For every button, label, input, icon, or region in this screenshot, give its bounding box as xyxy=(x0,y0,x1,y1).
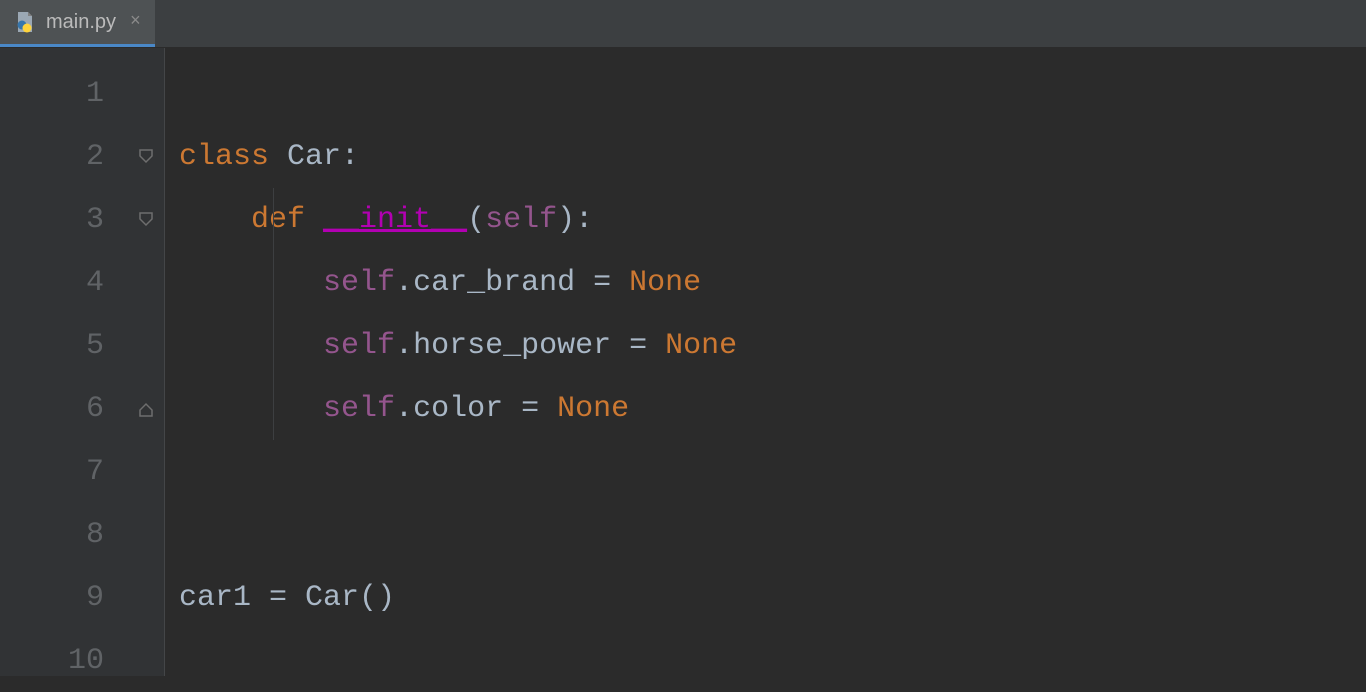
code-line[interactable]: self.horse_power = None xyxy=(165,314,1366,377)
keyword-none: None xyxy=(665,329,737,363)
tab-filename: main.py xyxy=(46,11,116,34)
keyword-self: self xyxy=(323,266,395,300)
punct-paren: ( xyxy=(359,581,377,615)
gutter-line-number: 10 xyxy=(0,629,164,692)
fold-marker-icon[interactable] xyxy=(136,210,156,230)
keyword-none: None xyxy=(629,266,701,300)
gutter-line-number: 4 xyxy=(0,251,164,314)
keyword-self: self xyxy=(323,329,395,363)
tab-bar: main.py × xyxy=(0,0,1366,48)
code-line[interactable]: car1 = Car() xyxy=(165,566,1366,629)
keyword-class: class xyxy=(179,140,287,174)
code-line[interactable] xyxy=(165,440,1366,503)
keyword-none: None xyxy=(557,392,629,426)
punct-paren: ) xyxy=(557,203,575,237)
punct-colon: : xyxy=(341,140,359,174)
gutter-line-number: 9 xyxy=(0,566,164,629)
code-line[interactable]: class Car: xyxy=(165,125,1366,188)
class-name: Car xyxy=(287,140,341,174)
attribute: horse_power xyxy=(413,329,611,363)
punct-eq: = xyxy=(611,329,665,363)
code-line[interactable]: def __init__(self): xyxy=(165,188,1366,251)
function-name: __init__ xyxy=(323,203,467,237)
code-line[interactable]: self.car_brand = None xyxy=(165,251,1366,314)
gutter-line-number: 7 xyxy=(0,440,164,503)
gutter-line-number: 3 xyxy=(0,188,164,251)
punct-paren: ( xyxy=(467,203,485,237)
punct-eq: = xyxy=(251,581,305,615)
attribute: color xyxy=(413,392,503,426)
indent-guide xyxy=(273,188,274,440)
code-line[interactable]: self.color = None xyxy=(165,377,1366,440)
punct-dot: . xyxy=(395,266,413,300)
variable: car1 xyxy=(179,581,251,615)
code-line[interactable] xyxy=(165,629,1366,692)
fold-end-marker-icon[interactable] xyxy=(136,399,156,419)
close-icon[interactable]: × xyxy=(130,12,141,32)
gutter-line-number: 2 xyxy=(0,125,164,188)
punct-eq: = xyxy=(503,392,557,426)
punct-dot: . xyxy=(395,329,413,363)
python-file-icon xyxy=(14,11,36,33)
fold-marker-icon[interactable] xyxy=(136,147,156,167)
punct-eq: = xyxy=(575,266,629,300)
gutter: 1 2 3 4 5 6 7 8 9 10 xyxy=(0,48,165,676)
gutter-line-number: 1 xyxy=(0,62,164,125)
editor-tab[interactable]: main.py × xyxy=(0,0,155,47)
gutter-line-number: 6 xyxy=(0,377,164,440)
code-line[interactable] xyxy=(165,62,1366,125)
code-line[interactable] xyxy=(165,503,1366,566)
editor-area: 1 2 3 4 5 6 7 8 9 10 class Car: xyxy=(0,48,1366,676)
keyword-self: self xyxy=(485,203,557,237)
code-area[interactable]: class Car: def __init__(self): self.car_… xyxy=(165,48,1366,676)
keyword-self: self xyxy=(323,392,395,426)
keyword-def: def xyxy=(251,203,323,237)
punct-paren: ) xyxy=(377,581,395,615)
attribute: car_brand xyxy=(413,266,575,300)
punct-colon: : xyxy=(575,203,593,237)
class-ref: Car xyxy=(305,581,359,615)
gutter-line-number: 8 xyxy=(0,503,164,566)
punct-dot: . xyxy=(395,392,413,426)
gutter-line-number: 5 xyxy=(0,314,164,377)
